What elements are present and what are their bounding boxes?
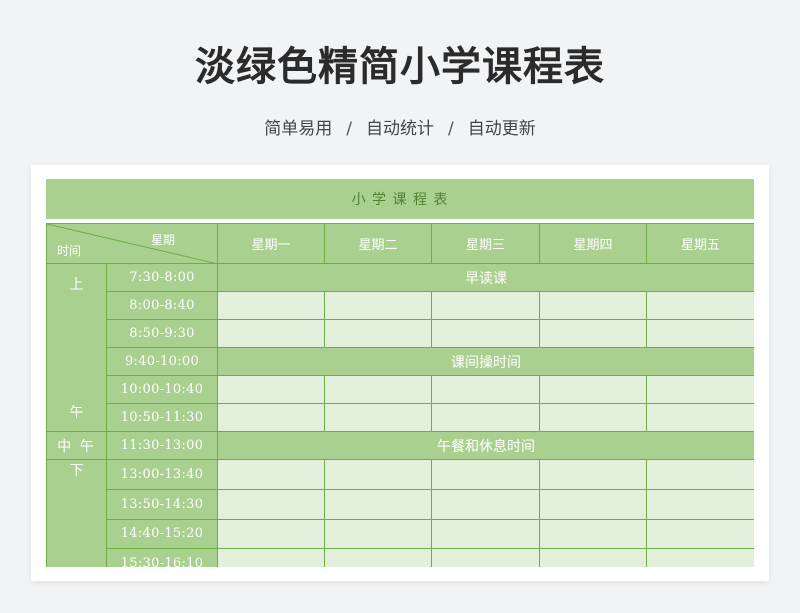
- header-row: 星期 时间 星期一 星期二 星期三 星期四 星期五: [46, 223, 754, 264]
- time-cell[interactable]: 11:30-13:00: [106, 431, 218, 460]
- time-cell[interactable]: 10:00-10:40: [106, 375, 218, 404]
- table-row: 中 午 11:30-13:00 午餐和休息时间: [46, 431, 754, 460]
- separator: /: [346, 119, 352, 139]
- class-cell[interactable]: [646, 319, 754, 348]
- table-row: 8:00-8:40: [47, 291, 754, 320]
- class-cell[interactable]: [431, 375, 540, 404]
- period-afternoon-top: 下: [69, 463, 84, 479]
- table-row: 15:30-16:10: [47, 548, 754, 567]
- table-row: 13:50-14:30: [47, 488, 754, 520]
- period-morning-top: 上: [69, 276, 84, 293]
- period-noon[interactable]: 中 午: [46, 431, 107, 460]
- class-cell[interactable]: [217, 488, 325, 520]
- day-header-fri[interactable]: 星期五: [646, 223, 754, 264]
- class-cell[interactable]: [539, 548, 647, 567]
- band-lunch[interactable]: 午餐和休息时间: [217, 431, 754, 460]
- class-cell[interactable]: [646, 548, 754, 567]
- class-cell[interactable]: [539, 518, 647, 550]
- sheet-title: 小 学 课 程 表: [46, 179, 754, 219]
- table-row: 10:00-10:40: [47, 375, 754, 404]
- class-cell[interactable]: [646, 488, 754, 520]
- class-cell[interactable]: [539, 488, 647, 520]
- band-morning-reading[interactable]: 早读课: [217, 263, 754, 292]
- table-row: 14:40-15:20: [47, 518, 754, 550]
- class-cell[interactable]: [431, 488, 540, 520]
- class-cell[interactable]: [324, 518, 432, 550]
- spreadsheet-card: 小 学 课 程 表 星期 时间 星期一 星期二 星期三 星期四 星期五 上 午 …: [31, 165, 769, 581]
- day-header-tue[interactable]: 星期二: [324, 223, 432, 264]
- table-row: 9:40-10:00 课间操时间: [47, 347, 754, 376]
- day-header-wed[interactable]: 星期三: [431, 223, 540, 264]
- class-cell[interactable]: [324, 375, 432, 404]
- class-cell[interactable]: [646, 403, 754, 432]
- class-cell[interactable]: [539, 459, 647, 490]
- feature-auto-stats: 自动统计: [366, 119, 434, 139]
- class-cell[interactable]: [539, 291, 647, 320]
- corner-header-cell[interactable]: 星期 时间: [46, 223, 218, 264]
- band-recess[interactable]: 课间操时间: [217, 347, 754, 376]
- time-cell[interactable]: 13:50-14:30: [106, 488, 218, 520]
- class-cell[interactable]: [217, 459, 325, 490]
- feature-list: 简单易用 / 自动统计 / 自动更新: [0, 114, 800, 139]
- time-cell[interactable]: 15:30-16:10: [106, 548, 218, 567]
- class-cell[interactable]: [646, 518, 754, 550]
- separator: /: [448, 119, 454, 139]
- class-cell[interactable]: [217, 319, 325, 348]
- page-title: 淡绿色精简小学课程表: [195, 44, 605, 90]
- day-header-mon[interactable]: 星期一: [217, 223, 325, 264]
- class-cell[interactable]: [217, 518, 325, 550]
- class-cell[interactable]: [324, 459, 432, 490]
- class-cell[interactable]: [431, 548, 540, 567]
- class-cell[interactable]: [217, 403, 325, 432]
- table-row: 8:50-9:30: [47, 319, 754, 348]
- class-cell[interactable]: [539, 319, 647, 348]
- feature-auto-update: 自动更新: [467, 119, 536, 139]
- time-cell[interactable]: 8:50-9:30: [106, 319, 218, 348]
- class-cell[interactable]: [646, 375, 754, 404]
- class-cell[interactable]: [646, 291, 754, 320]
- schedule-viewport[interactable]: 星期 时间 星期一 星期二 星期三 星期四 星期五 上 午 7:30-8:00 …: [46, 223, 754, 567]
- class-cell[interactable]: [431, 518, 540, 550]
- class-cell[interactable]: [217, 291, 325, 320]
- class-cell[interactable]: [539, 375, 647, 404]
- time-cell[interactable]: 14:40-15:20: [106, 518, 218, 550]
- class-cell[interactable]: [324, 291, 432, 320]
- class-cell[interactable]: [324, 548, 432, 567]
- time-cell[interactable]: 10:50-11:30: [106, 403, 218, 432]
- corner-day-label: 星期: [150, 233, 175, 247]
- class-cell[interactable]: [324, 488, 432, 520]
- table-row: 下 午 13:00-13:40: [46, 459, 754, 567]
- corner-time-label: 时间: [57, 244, 82, 258]
- schedule-table: 星期 时间 星期一 星期二 星期三 星期四 星期五 上 午 7:30-8:00 …: [46, 223, 754, 567]
- time-cell[interactable]: 7:30-8:00: [106, 263, 218, 292]
- class-cell[interactable]: [431, 319, 540, 348]
- table-row: 10:50-11:30: [47, 403, 754, 432]
- time-cell[interactable]: 13:00-13:40: [106, 459, 218, 490]
- period-afternoon[interactable]: 下 午: [46, 459, 107, 567]
- class-cell[interactable]: [217, 548, 325, 567]
- period-morning-bottom: 午: [69, 404, 84, 421]
- class-cell[interactable]: [324, 403, 432, 432]
- class-cell[interactable]: [324, 319, 432, 348]
- time-cell[interactable]: 9:40-10:00: [106, 347, 218, 376]
- class-cell[interactable]: [217, 375, 325, 404]
- day-header-thu[interactable]: 星期四: [539, 223, 647, 264]
- class-cell[interactable]: [431, 403, 540, 432]
- table-row: 上 午 7:30-8:00 早读课: [46, 263, 754, 432]
- time-cell[interactable]: 8:00-8:40: [106, 291, 218, 320]
- feature-easy: 简单易用: [264, 119, 333, 139]
- class-cell[interactable]: [431, 459, 540, 490]
- class-cell[interactable]: [431, 291, 540, 320]
- class-cell[interactable]: [646, 459, 754, 490]
- class-cell[interactable]: [539, 403, 647, 432]
- period-morning[interactable]: 上 午: [46, 263, 107, 432]
